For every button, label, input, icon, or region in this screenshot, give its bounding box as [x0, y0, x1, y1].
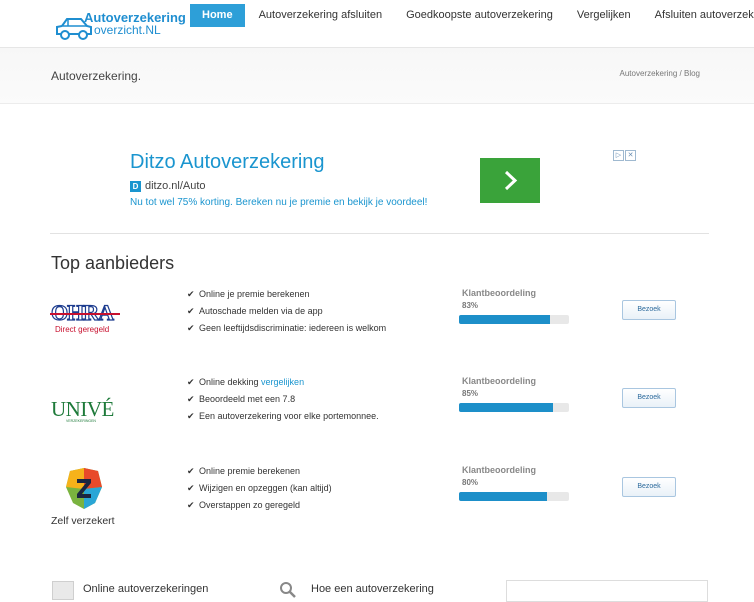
chevron-right-icon [504, 170, 518, 191]
rating-percent: 80% [462, 478, 479, 487]
adchoices-icon[interactable]: ▷ [613, 150, 624, 161]
shield-icon [66, 468, 102, 509]
hoe-autoverzekering-heading[interactable]: Hoe een autoverzekering [311, 583, 434, 595]
rating-bar [459, 403, 569, 412]
ad-banner[interactable]: Ditzo Autoverzekering D ditzo.nl/Auto Nu… [130, 150, 636, 215]
footer-widgets: Online autoverzekeringen Hoe een autover… [0, 578, 754, 602]
feature-item: ✔ Een autoverzekering voor elke portemonn… [187, 411, 379, 421]
unive-tagline: VERZEKERINGEN [66, 419, 96, 423]
ad-favicon-icon: D [130, 180, 141, 192]
provider-row: UNIVÉ VERZEKERINGEN ✔ Online dekking verg… [0, 376, 754, 456]
check-icon: ✔ [187, 500, 195, 510]
check-icon: ✔ [187, 483, 195, 493]
feature-list: ✔ Online dekking vergelijken ✔ Beoordeeld … [187, 376, 379, 427]
vergelijken-link[interactable]: vergelijken [261, 377, 304, 387]
check-icon: ✔ [187, 466, 195, 476]
ad-url[interactable]: D ditzo.nl/Auto [130, 180, 206, 192]
feature-item: ✔ Online dekking vergelijken [187, 377, 305, 387]
rating: Klantbeoordeling 80% [459, 465, 574, 501]
check-icon: ✔ [187, 411, 195, 421]
nav-item-home[interactable]: Home [190, 4, 245, 27]
unive-logo[interactable]: UNIVÉ VERZEKERINGEN [50, 394, 122, 424]
logo-line-2: overzicht.NL [94, 23, 161, 37]
feature-item: ✔ Online je premie berekenen [187, 289, 310, 299]
page-header: Autoverzekering. Autoverzekering / Blog [0, 48, 754, 104]
rating-percent: 85% [462, 389, 479, 398]
rating-bar-fill [459, 315, 551, 324]
check-icon: ✔ [187, 306, 195, 316]
nav-item-vergelijken[interactable]: Vergelijken [567, 4, 641, 27]
ad-choices[interactable]: ▷ ✕ [612, 150, 636, 161]
nav-item-afsluiten[interactable]: Autoverzekering afsluiten [249, 4, 393, 27]
provider-row: Zelf verzekert ✔ Online premie berekenen … [0, 465, 754, 545]
rating-label: Klantbeoordeling [462, 465, 536, 475]
feature-item: ✔ Geen leeftijdsdiscriminatie: iedereen i… [187, 323, 387, 333]
provider-row: OHRA Direct geregeld ✔ Online je premie b… [0, 288, 754, 368]
visit-button[interactable]: Bezoek [622, 388, 676, 408]
visit-button[interactable]: Bezoek [622, 477, 676, 497]
feature-list: ✔ Online premie berekenen ✔ Wijzigen en op… [187, 465, 332, 516]
check-icon: ✔ [187, 394, 195, 404]
calendar-icon [52, 581, 74, 600]
ad-url-text: ditzo.nl/Auto [145, 180, 206, 192]
page-title: Autoverzekering. [51, 69, 142, 83]
zelf-verzekert-name: Zelf verzekert [51, 515, 115, 527]
feature-item: ✔ Autoschade melden via de app [187, 306, 323, 316]
feature-item: ✔ Beoordeeld met een 7.8 [187, 394, 296, 404]
ad-description[interactable]: Nu tot wel 75% korting. Bereken nu je pr… [130, 197, 427, 208]
close-icon[interactable]: ✕ [625, 150, 636, 161]
check-icon: ✔ [187, 289, 195, 299]
check-icon: ✔ [187, 377, 195, 387]
site-logo[interactable]: Autoverzekering overzicht.NL [54, 10, 186, 44]
zelf-verzekert-logo[interactable]: Zelf verzekert [50, 467, 128, 529]
nav-item-afsluiten-auto[interactable]: Afsluiten autoverzekering [645, 4, 754, 27]
rating-percent: 83% [462, 301, 479, 310]
ad-arrow-button[interactable] [480, 158, 540, 203]
nav-item-goedkoopste[interactable]: Goedkoopste autoverzekering [396, 4, 563, 27]
search-icon [280, 582, 296, 598]
section-title: Top aanbieders [51, 253, 175, 273]
feature-item: ✔ Wijzigen en opzeggen (kan altijd) [187, 483, 332, 493]
divider [50, 233, 709, 234]
feature-item: ✔ Online premie berekenen [187, 466, 301, 476]
main-nav: Home Autoverzekering afsluiten Goedkoops… [190, 4, 754, 27]
rating-bar-fill [459, 403, 553, 412]
top-bar: Autoverzekering overzicht.NL Home Autove… [0, 0, 754, 48]
sidebar-box [506, 580, 708, 602]
feature-item: ✔ Overstappen zo geregeld [187, 500, 301, 510]
check-icon: ✔ [187, 323, 195, 333]
unive-logo-text: UNIVÉ [51, 397, 114, 421]
rating: Klantbeoordeling 85% [459, 376, 574, 412]
rating-label: Klantbeoordeling [462, 288, 536, 298]
ohra-logo[interactable]: OHRA Direct geregeld [50, 302, 120, 338]
breadcrumb[interactable]: Autoverzekering / Blog [620, 69, 701, 78]
rating-label: Klantbeoordeling [462, 376, 536, 386]
rating: Klantbeoordeling 83% [459, 288, 574, 324]
rating-bar-fill [459, 492, 547, 501]
rating-bar [459, 492, 569, 501]
feature-list: ✔ Online je premie berekenen ✔ Autoschade … [187, 288, 386, 339]
visit-button[interactable]: Bezoek [622, 300, 676, 320]
online-autoverzekeringen-heading[interactable]: Online autoverzekeringen [83, 583, 208, 595]
ad-headline[interactable]: Ditzo Autoverzekering [130, 151, 325, 174]
ohra-tagline: Direct geregeld [55, 325, 109, 334]
rating-bar [459, 315, 569, 324]
